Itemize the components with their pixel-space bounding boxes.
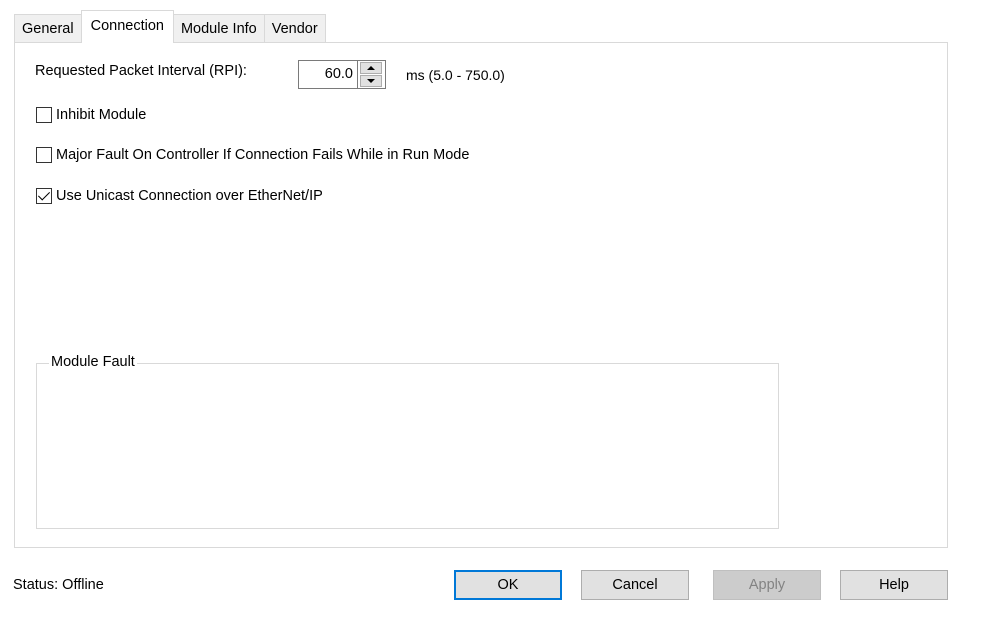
module-properties-dialog: General Connection Module Info Vendor Re… (0, 0, 998, 637)
inhibit-module-checkbox[interactable] (36, 107, 52, 123)
major-fault-checkbox[interactable] (36, 147, 52, 163)
rpi-spinner (358, 60, 386, 89)
rpi-input[interactable]: 60.0 (298, 60, 358, 89)
unicast-option[interactable]: Use Unicast Connection over EtherNet/IP (36, 188, 323, 204)
apply-button[interactable]: Apply (713, 570, 821, 600)
help-button[interactable]: Help (840, 570, 948, 600)
spin-up-button[interactable] (360, 62, 382, 74)
inhibit-module-option[interactable]: Inhibit Module (36, 107, 146, 123)
module-fault-title: Module Fault (49, 354, 137, 370)
arrow-up-icon (367, 66, 375, 70)
unicast-label: Use Unicast Connection over EtherNet/IP (56, 188, 323, 204)
major-fault-label: Major Fault On Controller If Connection … (56, 147, 470, 163)
rpi-label: Requested Packet Interval (RPI): (35, 63, 247, 79)
connection-panel: Requested Packet Interval (RPI): 60.0 ms… (14, 42, 948, 548)
spin-down-button[interactable] (360, 75, 382, 87)
tab-connection[interactable]: Connection (80, 10, 174, 43)
module-fault-group: Module Fault (36, 354, 779, 529)
major-fault-option[interactable]: Major Fault On Controller If Connection … (36, 147, 469, 163)
tab-general[interactable]: General (14, 14, 82, 43)
arrow-down-icon (367, 79, 375, 83)
cancel-button[interactable]: Cancel (581, 570, 689, 600)
unicast-checkbox[interactable] (36, 188, 52, 204)
tab-module-info[interactable]: Module Info (172, 14, 265, 43)
tab-strip: General Connection Module Info Vendor (14, 10, 326, 43)
status-text: Status: Offline (13, 577, 104, 593)
tab-vendor[interactable]: Vendor (263, 14, 326, 43)
rpi-range-label: ms (5.0 - 750.0) (406, 67, 505, 83)
ok-button[interactable]: OK (454, 570, 562, 600)
inhibit-module-label: Inhibit Module (56, 107, 147, 123)
